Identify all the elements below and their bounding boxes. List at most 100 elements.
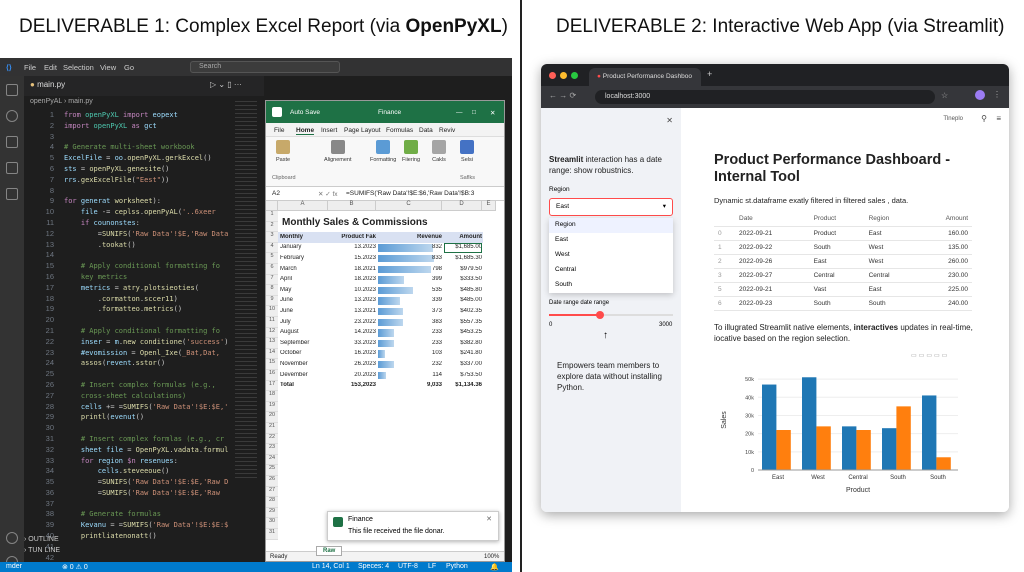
zoom-level[interactable]: 100% — [484, 554, 499, 560]
explorer-icon[interactable] — [6, 84, 18, 96]
cell[interactable]: 233 — [378, 329, 442, 335]
sales-bar-chart[interactable]: 0 10k 20k 30k 40k 50k East West Central South Sout… — [714, 364, 964, 504]
row-header[interactable]: 29 — [266, 507, 278, 519]
indentation[interactable]: Speces: 4 — [358, 563, 389, 570]
cell[interactable]: Product Fak — [330, 234, 376, 240]
cell[interactable]: 13.2023 — [330, 297, 376, 303]
select-all-corner[interactable] — [266, 201, 278, 211]
menu-home[interactable]: Home — [296, 127, 315, 135]
sheet-tab[interactable]: Raw — [316, 546, 343, 556]
deploy-label[interactable]: Tlneplo — [943, 116, 963, 122]
column-header-c[interactable]: C — [376, 201, 442, 211]
maximize-window-icon[interactable] — [571, 72, 578, 79]
row-header[interactable]: 7 — [266, 274, 278, 286]
bar[interactable] — [816, 426, 831, 470]
branch-label[interactable]: mder — [6, 563, 22, 570]
row-header[interactable]: 3 — [266, 232, 278, 243]
cell[interactable]: July — [280, 319, 328, 325]
alignment-button[interactable]: Alignement — [324, 140, 352, 163]
row-header[interactable]: 25 — [266, 465, 278, 476]
cell[interactable]: October — [280, 350, 328, 356]
account-icon[interactable] — [6, 532, 18, 544]
row-header[interactable]: 11 — [266, 317, 278, 328]
run-icon[interactable]: ▷ ⌄ ▯ ··· — [210, 80, 242, 89]
region-option[interactable]: Region — [549, 218, 673, 233]
row-header[interactable]: 9 — [266, 295, 278, 307]
cell[interactable]: 26.2023 — [330, 361, 376, 367]
cell[interactable]: 13.2021 — [330, 308, 376, 314]
row-header[interactable]: 8 — [266, 285, 278, 296]
cell[interactable]: $402.35 — [444, 308, 482, 314]
cell[interactable]: 383 — [378, 319, 442, 325]
cell[interactable]: 15.2023 — [330, 255, 376, 261]
cell[interactable]: 14.2023 — [330, 329, 376, 335]
row-header[interactable]: 26 — [266, 476, 278, 487]
extensions-icon[interactable] — [6, 188, 18, 200]
cell[interactable]: Devember — [280, 372, 328, 378]
cell[interactable]: $333.50 — [444, 276, 482, 282]
cell[interactable]: Revenue — [378, 234, 442, 240]
bar[interactable] — [762, 384, 777, 470]
cursor-position[interactable]: Ln 14, Col 1 — [312, 563, 350, 570]
cell[interactable]: 339 — [378, 297, 442, 303]
cell[interactable]: Amount — [444, 234, 482, 240]
cell[interactable]: $241.80 — [444, 350, 482, 356]
column-header-a[interactable]: A — [278, 201, 328, 211]
hamburger-menu-icon[interactable]: ≡ — [996, 114, 1001, 123]
tab-main-py[interactable]: ● main.py — [30, 80, 65, 89]
region-option[interactable]: Central — [549, 263, 673, 278]
menu-page-layout[interactable]: Page Layout — [344, 127, 381, 134]
dataframe-table[interactable]: Date Product Region Amount 0 2022-09-21 Produc… — [714, 212, 972, 311]
cell[interactable]: 13.2023 — [330, 244, 376, 250]
row-header[interactable]: 10 — [266, 306, 278, 317]
cell[interactable]: $1,685.30 — [444, 255, 482, 261]
close-sidebar-icon[interactable]: ✕ — [666, 116, 673, 125]
table-header[interactable]: Product — [809, 212, 865, 227]
row-header[interactable]: 4 — [266, 242, 278, 254]
search-icon[interactable]: ⚲ — [981, 114, 987, 123]
date-range-slider[interactable] — [549, 311, 673, 319]
cell[interactable]: 23.2022 — [330, 319, 376, 325]
close-icon[interactable]: ✕ — [490, 109, 495, 117]
autosave-toggle[interactable]: Auto Save — [290, 109, 320, 116]
row-header[interactable]: 1 — [266, 211, 278, 222]
row-header[interactable]: 20 — [266, 412, 278, 423]
cell[interactable]: Total — [280, 382, 328, 388]
encoding[interactable]: UTF-8 — [398, 563, 418, 570]
cell[interactable]: 798 — [378, 266, 442, 272]
region-option[interactable]: South — [549, 278, 673, 293]
cell[interactable]: $337.00 — [444, 361, 482, 367]
row-header[interactable]: 5 — [266, 253, 278, 264]
table-header[interactable] — [714, 212, 736, 227]
cell[interactable]: 114 — [378, 372, 442, 378]
row-header[interactable]: 17 — [266, 380, 278, 392]
bar[interactable] — [896, 406, 911, 470]
column-header-d[interactable]: D — [442, 201, 482, 211]
cell[interactable]: 16.2023 — [330, 350, 376, 356]
row-header[interactable]: 14 — [266, 348, 278, 360]
row-header[interactable]: 15 — [266, 359, 278, 370]
kebab-menu-icon[interactable]: ⋮ — [993, 90, 1001, 99]
cell[interactable]: 399 — [378, 276, 442, 282]
cells-button[interactable]: Cakls — [432, 140, 446, 163]
menu-go[interactable]: Go — [124, 63, 134, 72]
cell[interactable]: June — [280, 297, 328, 303]
cell[interactable]: $979.50 — [444, 266, 482, 272]
row-header[interactable]: 12 — [266, 327, 278, 339]
cell[interactable]: February — [280, 255, 328, 261]
formatting-button[interactable]: Formatting — [370, 140, 396, 163]
column-header-e[interactable]: E — [482, 201, 496, 211]
table-header[interactable]: Amount — [916, 212, 972, 227]
paste-button[interactable]: Paste — [276, 140, 290, 163]
table-header[interactable]: Date — [735, 212, 810, 227]
cell[interactable]: 9,033 — [378, 382, 442, 388]
menu-edit[interactable]: Edit — [44, 63, 57, 72]
column-header-b[interactable]: B — [328, 201, 376, 211]
cell[interactable]: January — [280, 244, 328, 250]
row-header[interactable]: 28 — [266, 497, 278, 508]
table-row[interactable]: 5 2022-09-21 Vast East 225.00 — [714, 282, 972, 297]
row-header[interactable]: 6 — [266, 264, 278, 275]
menu-selection[interactable]: Selection — [63, 63, 94, 72]
table-row[interactable]: 1 2022-09-22 South West 135.00 — [714, 240, 972, 255]
back-forward-reload-icon[interactable]: ← → ⟳ — [549, 91, 576, 100]
